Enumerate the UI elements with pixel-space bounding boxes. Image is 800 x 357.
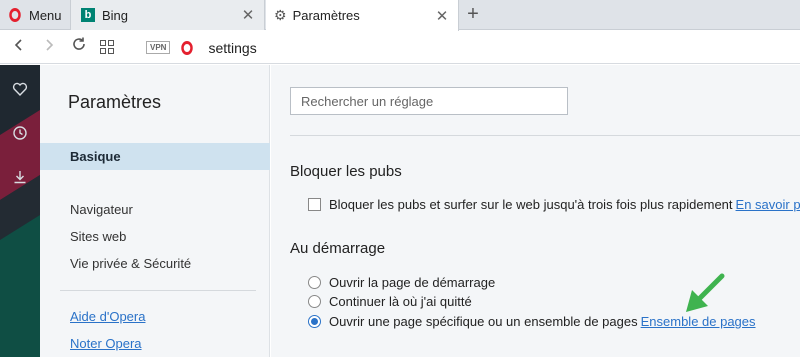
url-text[interactable]: settings [208, 40, 256, 56]
new-tab-button[interactable]: + [461, 3, 485, 27]
forward-button[interactable] [38, 36, 60, 58]
help-opera-link[interactable]: Aide d'Opera [70, 309, 145, 324]
nav-item-basique[interactable]: Basique [40, 143, 270, 170]
block-ads-row: Bloquer les pubs et surfer sur le web ju… [308, 197, 800, 212]
close-tab-icon[interactable]: ✕ [238, 6, 258, 24]
history-clock-icon[interactable] [8, 125, 32, 149]
tab-strip: Menu b Bing ✕ ⚙ Paramètres ✕ + [0, 0, 800, 31]
startup-option-label[interactable]: Ouvrir la page de démarrage [329, 275, 495, 290]
grid-cell-icon [108, 40, 114, 46]
tabs-grid-button[interactable] [100, 40, 114, 54]
settings-main: Bloquer les pubs Bloquer les pubs et sur… [271, 65, 800, 357]
nav-divider [60, 290, 256, 291]
startup-option-label[interactable]: Continuer là où j'ai quitté [329, 294, 472, 309]
opera-logo-icon [9, 8, 21, 22]
green-annotation-arrow-icon [686, 273, 725, 312]
reload-button[interactable] [68, 36, 90, 58]
nav-item-vie-privee[interactable]: Vie privée & Sécurité [40, 250, 270, 277]
grid-cell-icon [100, 48, 106, 54]
address-toolbar: VPN settings [0, 31, 800, 64]
forward-arrow-icon [46, 39, 54, 51]
settings-nav: Paramètres Basique Navigateur Sites web … [40, 65, 270, 357]
nav-item-sites-web[interactable]: Sites web [40, 223, 270, 250]
vpn-badge[interactable]: VPN [146, 41, 171, 54]
section-divider [290, 135, 800, 136]
bing-icon: b [81, 8, 95, 22]
tab-title: Paramètres [292, 8, 360, 23]
opera-sidebar [0, 65, 40, 357]
reload-icon [73, 37, 85, 50]
learn-more-link[interactable]: En savoir plus [736, 197, 800, 212]
clock-glyph [13, 126, 27, 140]
back-button[interactable] [8, 36, 30, 58]
gear-icon: ⚙ [274, 7, 287, 23]
back-arrow-icon [14, 39, 22, 51]
specific-pages-radio[interactable] [308, 315, 321, 328]
settings-title: Paramètres [68, 92, 162, 112]
startup-section-title: Au démarrage [290, 240, 386, 257]
block-ads-label[interactable]: Bloquer les pubs et surfer sur le web ju… [329, 197, 733, 212]
heart-glyph [12, 82, 28, 97]
startup-option-row: Ouvrir une page spécifique ou un ensembl… [308, 314, 756, 329]
download-icon[interactable] [8, 169, 32, 193]
heart-icon[interactable] [8, 81, 32, 105]
startup-option-label[interactable]: Ouvrir une page spécifique ou un ensembl… [329, 314, 638, 329]
menu-label: Menu [29, 7, 62, 23]
close-tab-icon[interactable]: ✕ [432, 7, 452, 25]
settings-search-input[interactable] [290, 87, 568, 115]
address-bar[interactable]: VPN settings [140, 35, 800, 60]
page-set-link[interactable]: Ensemble de pages [641, 314, 756, 329]
grid-cell-icon [100, 40, 106, 46]
continue-radio[interactable] [308, 295, 321, 308]
tab-bing[interactable]: b Bing ✕ [70, 0, 265, 30]
opera-logo-icon [181, 40, 194, 55]
startup-option-row: Ouvrir la page de démarrage [308, 275, 495, 290]
nav-item-navigateur[interactable]: Navigateur [40, 196, 270, 223]
sidebar-background-decoration [0, 65, 40, 357]
tab-title: Bing [102, 7, 129, 23]
grid-cell-icon [108, 48, 114, 54]
download-glyph [14, 171, 26, 184]
block-ads-checkbox[interactable] [308, 198, 321, 211]
ads-section-title: Bloquer les pubs [290, 163, 402, 180]
tab-settings[interactable]: ⚙ Paramètres ✕ [266, 0, 459, 31]
rate-opera-link[interactable]: Noter Opera [70, 336, 142, 351]
startup-option-row: Continuer là où j'ai quitté [308, 294, 472, 309]
opera-menu-button[interactable]: Menu [0, 0, 70, 30]
startup-page-radio[interactable] [308, 276, 321, 289]
